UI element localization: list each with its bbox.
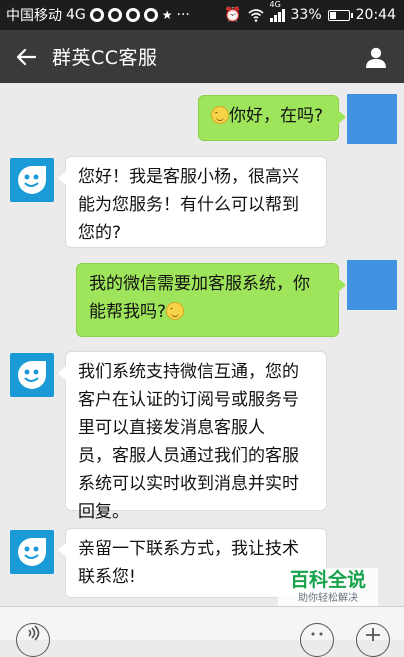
message-line: 我的微信需要加客服系统，你 <box>89 274 310 294</box>
qq-icon <box>89 8 104 22</box>
battery-percent: 33% <box>290 7 322 23</box>
message-line: 亲留一下联系方式，我让技术 <box>78 539 299 559</box>
page-title: 群英CC客服 <box>52 47 158 69</box>
message-line: 您好！我是客服小杨，很高兴 <box>78 167 299 187</box>
message-line: 系统可以实时收到消息并实时 <box>78 474 299 494</box>
status-bar: 中国移动 4G ★ ··· ⏰ 4G 33% 20:44 <box>0 0 404 30</box>
watermark-title: 百科全说 <box>289 569 366 591</box>
my-avatar[interactable] <box>347 260 397 310</box>
back-arrow-icon <box>16 48 36 65</box>
qq-icon <box>125 8 140 22</box>
chat-message-list[interactable]: 你好，在吗? 您好！我是客服小杨，很高兴 能为您服务！有什么可以帮到 您的? 我… <box>0 83 404 603</box>
smiley-face-icon <box>18 166 46 194</box>
carrier-label: 中国移动 <box>6 8 62 24</box>
person-icon <box>366 47 386 68</box>
alarm-icon: ⏰ <box>224 7 242 23</box>
message-bubble-service[interactable]: 我们系统支持微信互通，您的 客户在认证的订阅号或服务号 里可以直接发消息客服人 … <box>58 351 327 522</box>
message-line: 里可以直接发消息客服人 <box>78 418 265 438</box>
message-text: 你好，在吗? <box>229 106 324 126</box>
wifi-icon <box>247 9 264 22</box>
network-label: 4G <box>66 7 86 23</box>
smile-emoji-icon <box>166 302 185 320</box>
plus-icon <box>366 628 380 641</box>
voice-input-button[interactable] <box>16 623 50 657</box>
contact-profile-button[interactable] <box>348 30 404 83</box>
signal-icon: 4G <box>269 0 285 22</box>
star-icon: ★ <box>161 8 173 22</box>
clock: 20:44 <box>355 7 396 23</box>
title-bar: 群英CC客服 <box>0 30 404 83</box>
message-line: 回复。 <box>78 502 129 522</box>
my-avatar[interactable] <box>347 94 397 144</box>
message-line: 您的? <box>78 223 122 243</box>
qq-icon <box>143 8 158 22</box>
smile-emoji-icon <box>211 106 229 124</box>
more-notifications: ··· <box>176 7 190 23</box>
service-avatar[interactable] <box>10 353 54 397</box>
smiley-face-icon <box>18 538 46 566</box>
watermark-subtitle: 助你轻松解决 <box>298 593 358 604</box>
voice-icon <box>28 625 40 641</box>
emoji-face-icon <box>311 632 323 636</box>
service-avatar[interactable] <box>10 530 54 574</box>
message-bubble-mine[interactable]: 我的微信需要加客服系统，你 能帮我吗? <box>76 263 346 337</box>
message-bubble-service[interactable]: 您好！我是客服小杨，很高兴 能为您服务！有什么可以帮到 您的? <box>58 156 327 248</box>
message-line: 我们系统支持微信互通，您的 <box>78 362 299 382</box>
message-line: 员，客服人员通过我们的客服 <box>78 446 299 466</box>
emoji-button[interactable] <box>300 623 334 657</box>
message-line: 客户在认证的订阅号或服务号 <box>78 390 299 410</box>
message-line: 能帮我吗? <box>89 302 167 322</box>
message-bubble-mine[interactable]: 你好，在吗? <box>198 95 346 141</box>
input-toolbar <box>0 606 404 657</box>
back-button[interactable] <box>0 30 52 83</box>
battery-icon <box>327 9 353 21</box>
message-line: 能为您服务！有什么可以帮到 <box>78 195 299 215</box>
more-actions-button[interactable] <box>356 623 390 657</box>
smiley-face-icon <box>18 361 46 389</box>
qq-icon <box>107 8 122 22</box>
service-avatar[interactable] <box>10 158 54 202</box>
